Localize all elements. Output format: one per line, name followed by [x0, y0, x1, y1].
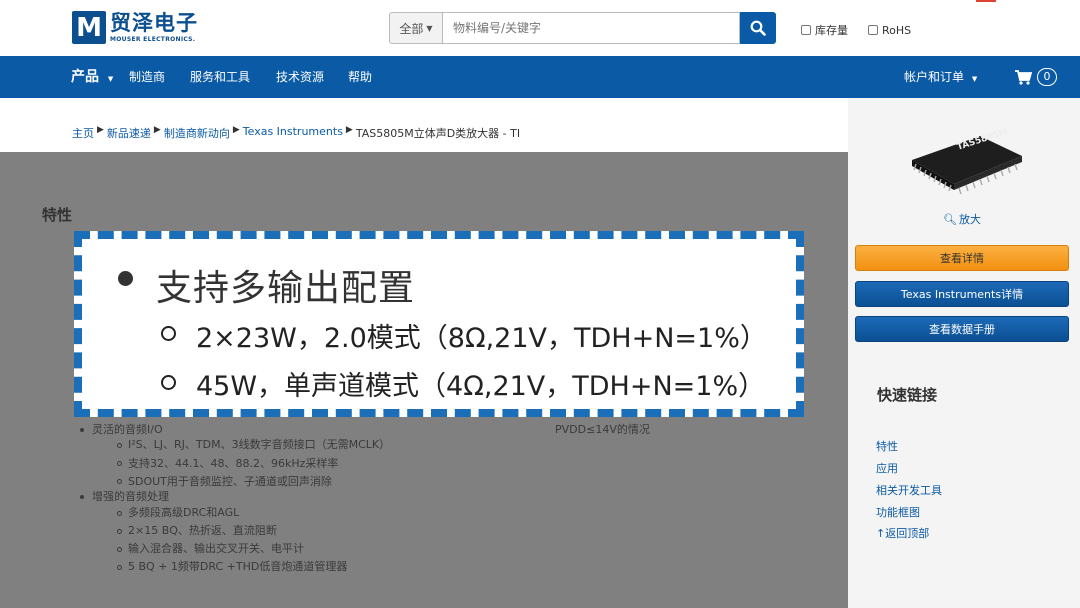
- magnifier-icon: 🔍︎: [943, 212, 957, 226]
- breadcrumb-current: TAS5805M立体声D类放大器 - TI: [355, 127, 521, 140]
- quick-link-dev-tools[interactable]: 相关开发工具: [876, 482, 942, 498]
- sub-bullet-icon: [117, 547, 122, 552]
- datasheet-button[interactable]: 查看数据手册: [855, 316, 1069, 342]
- logo-en: MOUSER ELECTRONICS.: [110, 36, 196, 43]
- quick-link-features[interactable]: 特性: [876, 438, 898, 454]
- feature-subitem: 输入混合器、输出交叉开关、电平计: [128, 542, 304, 555]
- sub-bullet-icon: [117, 565, 122, 570]
- callout-mono-mode: 45W，单声道模式（4Ω,21V，TDH+N=1%）: [196, 371, 766, 402]
- mouser-logo[interactable]: M 贸泽电子 MOUSER ELECTRONICS.: [72, 11, 198, 44]
- feature-subitem: I²S、LJ、RJ、TDM、3线数字音频接口（无需MCLK）: [128, 438, 391, 451]
- stock-checkbox[interactable]: 库存量: [801, 22, 848, 38]
- sub-bullet-icon: [117, 529, 122, 534]
- breadcrumb-ti[interactable]: Texas Instruments: [243, 125, 343, 141]
- callout-stereo-mode: 2×23W，2.0模式（8Ω,21V，TDH+N=1%）: [196, 323, 767, 354]
- chevron-down-icon: ▼: [107, 75, 114, 83]
- cart-icon: [1015, 69, 1032, 85]
- chevron-down-icon: ▼: [426, 23, 433, 33]
- breadcrumb-home[interactable]: 主页: [72, 125, 94, 141]
- chevron-right-icon: ▶: [153, 125, 161, 135]
- search-button[interactable]: [740, 12, 776, 44]
- feature-subitem: 多频段高级DRC和AGL: [128, 506, 240, 519]
- feature-subitem: SDOUT用于音频监控、子通道或回声消除: [128, 475, 332, 488]
- nav-tech-resources[interactable]: 技术资源: [276, 56, 324, 98]
- product-chip-image[interactable]: TAS5805M: [906, 118, 1026, 198]
- chevron-down-icon: ▼: [971, 75, 978, 83]
- breadcrumb-new-products[interactable]: 新品速递: [107, 125, 151, 141]
- sub-bullet-icon: [117, 461, 122, 466]
- chevron-right-icon: ▶: [345, 125, 353, 135]
- search-scope-dropdown[interactable]: 全部 ▼: [389, 12, 443, 44]
- nav-manufacturers[interactable]: 制造商: [129, 56, 165, 98]
- ti-details-button[interactable]: Texas Instruments详情: [855, 281, 1069, 307]
- logo-cn: 贸泽电子: [110, 11, 198, 35]
- view-details-button[interactable]: 查看详情: [855, 245, 1069, 271]
- quick-link-block-diagram[interactable]: 功能框图: [876, 504, 920, 520]
- callout-heading: 支持多输出配置: [156, 268, 416, 309]
- feature-subitem: 支持32、44.1、48、88.2、96kHz采样率: [128, 457, 339, 470]
- nav-services[interactable]: 服务和工具: [190, 56, 250, 98]
- sub-bullet-icon: [117, 479, 122, 484]
- chevron-right-icon: ▶: [232, 125, 240, 135]
- bullet-icon: [118, 271, 133, 286]
- highlight-callout: 支持多输出配置 2×23W，2.0模式（8Ω,21V，TDH+N=1%） 45W…: [74, 231, 804, 417]
- feature-item: 灵活的音频I/O: [92, 423, 163, 436]
- cart-button[interactable]: 0: [1015, 68, 1057, 86]
- top-accent: [976, 0, 996, 2]
- feature-subitem: 2×15 BQ、热折返、直流阻断: [128, 524, 277, 537]
- search-filters: 库存量 RoHS: [801, 22, 931, 38]
- sub-bullet-icon: [117, 443, 122, 448]
- nav-account-label: 帐户和订单: [904, 70, 965, 84]
- logo-mark: M: [72, 11, 106, 44]
- search-icon: [750, 20, 766, 36]
- nav-products[interactable]: 产品 ▼: [71, 56, 113, 98]
- sub-bullet-icon: [161, 375, 176, 390]
- feature-subitem: 5 BQ + 1频带DRC +THD低音炮通道管理器: [128, 560, 348, 573]
- main-nav: 产品 ▼ 制造商 服务和工具 技术资源 帮助 帐户和订单 ▼ 0: [0, 56, 1080, 98]
- checkbox-box[interactable]: [868, 25, 878, 35]
- arrow-up-icon: ↑: [876, 527, 886, 540]
- nav-products-label: 产品: [71, 69, 99, 85]
- header: M 贸泽电子 MOUSER ELECTRONICS. 全部 ▼ 库存量: [0, 0, 1080, 56]
- feature-item: 增强的音频处理: [92, 490, 169, 503]
- zoom-label: 放大: [958, 213, 981, 226]
- quick-links-title: 快速链接: [877, 386, 938, 404]
- bullet-icon: [80, 495, 84, 499]
- sub-bullet-icon: [117, 511, 122, 516]
- product-sidebar: TAS5805M 🔍︎ 放大 查看详情 Texas Instruments详情 …: [848, 98, 1080, 608]
- section-title: 特性: [42, 206, 73, 224]
- cart-count-badge: 0: [1037, 68, 1057, 86]
- breadcrumb-mfr-news[interactable]: 制造商新动向: [164, 125, 230, 141]
- logo-text: 贸泽电子 MOUSER ELECTRONICS.: [110, 11, 198, 43]
- stock-label: 库存量: [815, 24, 848, 37]
- nav-help[interactable]: 帮助: [348, 56, 372, 98]
- right-column-note: PVDD≤14V的情况: [555, 423, 650, 436]
- quick-link-applications[interactable]: 应用: [876, 460, 898, 476]
- search-scope-label: 全部: [399, 21, 424, 36]
- search-input[interactable]: [443, 12, 740, 44]
- checkbox-box[interactable]: [801, 25, 811, 35]
- sub-bullet-icon: [161, 326, 176, 341]
- page: M 贸泽电子 MOUSER ELECTRONICS. 全部 ▼ 库存量: [0, 0, 1080, 608]
- bullet-icon: [80, 428, 84, 432]
- nav-account[interactable]: 帐户和订单 ▼: [904, 56, 977, 98]
- rohs-label: RoHS: [882, 23, 912, 37]
- quick-link-back-to-top[interactable]: ↑返回顶部: [876, 525, 929, 541]
- chevron-right-icon: ▶: [97, 125, 104, 135]
- search-bar: 全部 ▼: [389, 12, 776, 44]
- breadcrumb: 主页 ▶ 新品速递 ▶ 制造商新动向 ▶ Texas Instruments ▶…: [72, 125, 520, 141]
- back-to-top-label: 返回顶部: [885, 527, 930, 540]
- zoom-link[interactable]: 🔍︎ 放大: [943, 211, 981, 227]
- rohs-checkbox[interactable]: RoHS: [868, 22, 911, 38]
